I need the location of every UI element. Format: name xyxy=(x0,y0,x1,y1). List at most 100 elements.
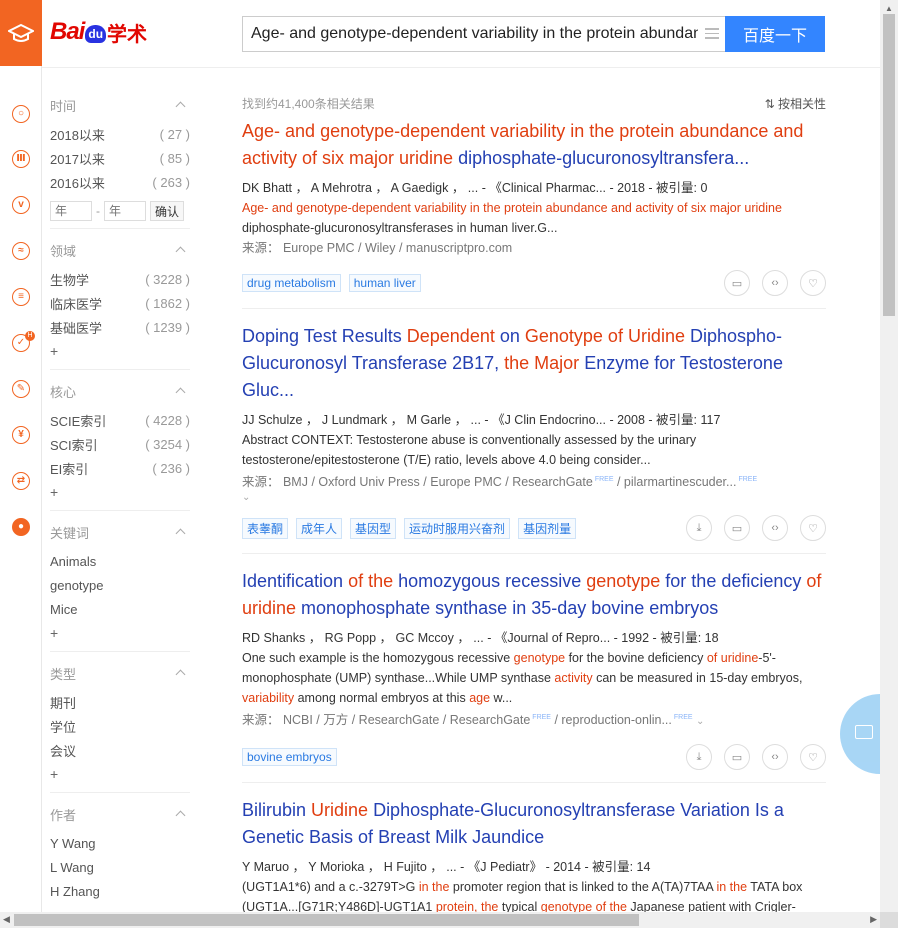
filter-item[interactable]: genotype xyxy=(50,573,190,597)
keyword-tag[interactable]: 基因剂量 xyxy=(518,517,577,539)
heart-icon[interactable]: ♡ xyxy=(800,515,826,542)
highlight-text: genotype xyxy=(513,651,566,666)
keyword-tag[interactable]: 成年人 xyxy=(296,517,343,539)
scroll-up-icon[interactable]: ▲ xyxy=(885,4,893,13)
home-button[interactable] xyxy=(0,0,42,66)
collapse-chevron-icon xyxy=(175,246,186,257)
heart-icon[interactable]: ♡ xyxy=(800,270,826,296)
plain-text: can be measured in 15-day embryos, xyxy=(592,671,803,686)
scroll-left-icon[interactable]: ◀ xyxy=(3,914,10,925)
filter-item[interactable]: SCIE索引 ( 4228 ) xyxy=(50,408,190,432)
filter-item[interactable]: Y Wang xyxy=(50,831,190,855)
folder-icon[interactable]: ▭ xyxy=(724,515,750,542)
chevron-down-icon[interactable]: ⌄ xyxy=(696,716,704,727)
filter-item-label: 期刊 xyxy=(50,695,77,711)
keyword-tag[interactable]: 基因型 xyxy=(350,517,397,539)
filter-field-header[interactable]: 领域 xyxy=(50,233,190,267)
search-input[interactable] xyxy=(243,17,698,51)
filter-item[interactable]: H Zhang xyxy=(50,879,190,903)
filter-item[interactable]: Mice xyxy=(50,597,190,621)
year-to-input[interactable] xyxy=(104,201,146,221)
result-title[interactable]: Identification of the homozygous recessi… xyxy=(242,568,826,622)
library-nav-icon[interactable]: Ⅲ xyxy=(12,150,30,168)
filter-item-count: ( 27 ) xyxy=(159,126,190,142)
expand-more-button[interactable]: + xyxy=(50,621,190,645)
advanced-search-icon[interactable] xyxy=(705,28,719,40)
user-nav-icon[interactable]: ● xyxy=(12,518,30,536)
year-from-input[interactable] xyxy=(50,201,92,221)
keyword-tag[interactable]: human liver xyxy=(348,274,421,292)
result-item: Age- and genotype-dependent variability … xyxy=(242,118,826,309)
vertical-scroll-thumb[interactable] xyxy=(883,14,895,316)
filter-item[interactable]: 学位 xyxy=(50,714,190,738)
result-title[interactable]: Bilirubin Uridine Diphosphate-Glucuronos… xyxy=(242,797,826,851)
filter-author-header[interactable]: 作者 xyxy=(50,797,190,831)
keyword-tag[interactable]: drug metabolism xyxy=(242,274,341,292)
filter-item[interactable]: 期刊 xyxy=(50,690,190,714)
keyword-tag[interactable]: bovine embryos xyxy=(242,748,337,767)
filter-time-header[interactable]: 时间 xyxy=(50,88,190,122)
expand-more-button[interactable]: + xyxy=(50,480,190,504)
layers-nav-icon[interactable]: ≡ xyxy=(12,288,30,306)
filter-item-count: ( 3254 ) xyxy=(145,436,190,452)
filter-item[interactable]: SCI索引 ( 3254 ) xyxy=(50,432,190,456)
filter-item[interactable]: EI索引 ( 236 ) xyxy=(50,456,190,480)
filter-item[interactable]: Animals xyxy=(50,549,190,573)
code-icon[interactable]: ‹› xyxy=(762,515,788,542)
filter-item[interactable]: 2016以来 ( 263 ) xyxy=(50,170,190,194)
filter-time-title: 时间 xyxy=(50,98,77,114)
highlight-text: Age- and genotype-dependent variability … xyxy=(242,201,782,215)
vertical-scrollbar[interactable]: ▲ xyxy=(880,0,898,912)
filter-keywords-header[interactable]: 关键词 xyxy=(50,515,190,549)
filter-field: 领域 生物学 ( 3228 ) 临床医学 ( 1862 ) 基础医学 ( 1239 )… xyxy=(50,233,190,370)
search-nav-icon[interactable]: ○ xyxy=(12,105,30,123)
horizontal-scrollbar[interactable]: ◀ ▶ xyxy=(0,912,880,928)
graduation-cap-icon xyxy=(8,23,34,42)
result-title[interactable]: Doping Test Results Dependent on Genotyp… xyxy=(242,323,826,404)
divider xyxy=(50,651,190,652)
expand-more-button[interactable]: + xyxy=(50,339,190,363)
exchange-nav-icon[interactable]: ⇄ xyxy=(12,472,30,490)
filter-core-header[interactable]: 核心 xyxy=(50,374,190,408)
search-button[interactable]: 百度一下 xyxy=(725,16,825,52)
expand-more-button[interactable]: + xyxy=(50,762,190,786)
filter-item-label: 会议 xyxy=(50,743,77,759)
filter-item[interactable]: 2018以来 ( 27 ) xyxy=(50,122,190,146)
filter-type-header[interactable]: 类型 xyxy=(50,656,190,690)
horizontal-scroll-thumb[interactable] xyxy=(14,914,639,926)
filter-item[interactable]: 会议 xyxy=(50,738,190,762)
filter-item[interactable]: L Wang xyxy=(50,855,190,879)
filter-item[interactable]: 基础医学 ( 1239 ) xyxy=(50,315,190,339)
result-actions: ⤓ ▭ ‹› ♡ xyxy=(686,744,826,771)
folder-icon[interactable]: ▭ xyxy=(724,270,750,296)
result-footer: 表睾酮 成年人 基因型 运动时服用兴奋剂 基因剂量 ⤓ ▭ ‹› ♡ xyxy=(242,515,826,542)
filter-item[interactable]: 生物学 ( 3228 ) xyxy=(50,267,190,291)
download-icon[interactable]: ⤓ xyxy=(686,515,712,542)
year-confirm-button[interactable]: 确认 xyxy=(150,201,185,221)
code-icon[interactable]: ‹› xyxy=(762,270,788,296)
filter-item-label: Animals xyxy=(50,553,97,569)
filter-item-label: L Wang xyxy=(50,859,94,875)
download-icon[interactable]: ⤓ xyxy=(686,744,712,771)
yen-nav-icon[interactable]: ¥ xyxy=(12,426,30,444)
keyword-tag[interactable]: 运动时服用兴奋剂 xyxy=(404,517,511,539)
filter-core-title: 核心 xyxy=(50,384,77,400)
filter-item[interactable]: 2017以来 ( 85 ) xyxy=(50,146,190,170)
chevron-down-icon[interactable]: ⌄ xyxy=(242,492,826,503)
result-authors: JJ Schulze ， J Lundmark ， M Garle ， ... … xyxy=(242,413,721,427)
v-nav-icon[interactable]: v xyxy=(12,196,30,214)
keyword-tag[interactable]: 表睾酮 xyxy=(242,517,289,539)
rss-nav-icon[interactable]: ≈ xyxy=(12,242,30,260)
divider xyxy=(50,369,190,370)
scroll-right-icon[interactable]: ▶ xyxy=(870,914,877,925)
highlight-text: age xyxy=(469,691,491,706)
folder-icon[interactable]: ▭ xyxy=(724,744,750,771)
result-title[interactable]: Age- and genotype-dependent variability … xyxy=(242,118,826,172)
result-abstract: One such example is the homozygous reces… xyxy=(242,648,826,708)
sort-toggle[interactable]: ⇅ 按相关性 xyxy=(765,95,826,112)
code-icon[interactable]: ‹› xyxy=(762,744,788,771)
heart-icon[interactable]: ♡ xyxy=(800,744,826,771)
baidu-xueshu-logo[interactable]: Bai du 学术 xyxy=(50,14,147,50)
filter-item[interactable]: 临床医学 ( 1862 ) xyxy=(50,291,190,315)
edit-nav-icon[interactable]: ✎ xyxy=(12,380,30,398)
